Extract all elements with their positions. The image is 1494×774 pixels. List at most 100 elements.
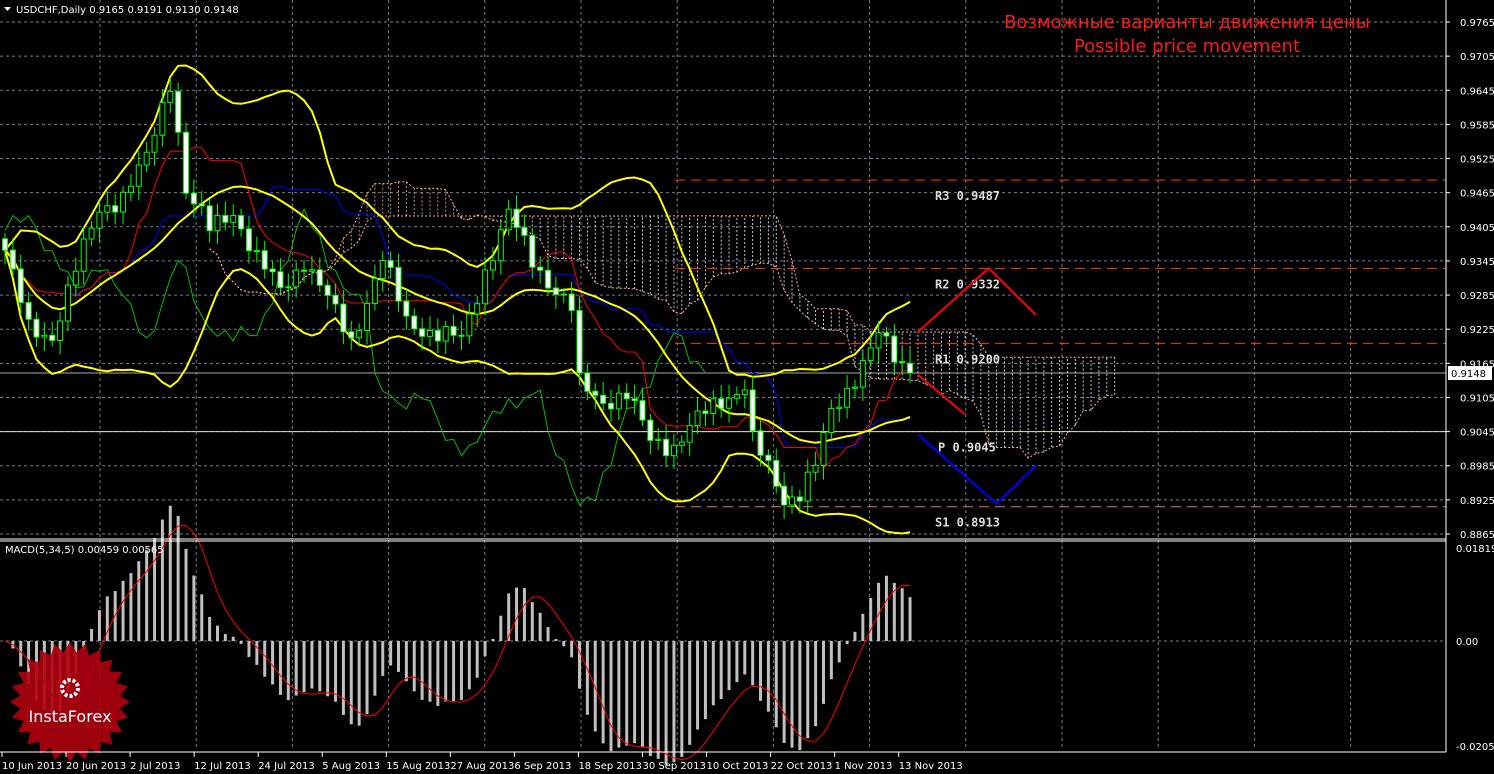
time-tick-label: 18 Sep 2013 [578, 761, 641, 772]
macd-histogram-bar [184, 548, 188, 641]
macd-histogram-bar [475, 641, 479, 678]
macd-histogram-bar [727, 641, 731, 691]
macd-histogram-bar [341, 641, 345, 716]
macd-histogram-bar [546, 627, 550, 641]
candle-bull [80, 238, 87, 272]
bollinger-lower [4, 249, 911, 535]
candle-bull [442, 325, 449, 342]
candle-bull [489, 260, 496, 271]
macd-histogram-bar [223, 634, 227, 641]
price-tick-label: 0.9765 [1460, 18, 1494, 29]
macd-histogram-bar [239, 641, 243, 644]
macd-histogram-bar [829, 641, 833, 680]
macd-histogram-bar [428, 641, 432, 702]
candle-bull [875, 332, 882, 349]
pivot-label-S1: S1 0.8913 [935, 516, 1000, 530]
macd-histogram-bar [192, 575, 196, 641]
candle-bull [899, 360, 906, 363]
candle-bull [41, 334, 48, 338]
macd-histogram-bar [160, 519, 164, 641]
candle-bull [867, 347, 874, 361]
time-tick-label: 12 Jul 2013 [194, 761, 251, 772]
candle-bear [568, 293, 575, 311]
time-tick-label: 15 Aug 2013 [386, 761, 450, 772]
candle-bear [387, 260, 394, 268]
macd-histogram-bar [90, 628, 94, 641]
current-price-label: 0.9148 [1451, 369, 1486, 380]
macd-histogram-bar [640, 641, 644, 748]
macd-histogram-bar [845, 641, 849, 644]
macd-signal-line [4, 525, 911, 761]
macd-histogram-bar [176, 515, 180, 641]
macd-histogram-bar [326, 641, 330, 697]
macd-histogram-bar [200, 594, 204, 641]
candle-bear [206, 205, 213, 232]
macd-histogram-bar [491, 638, 495, 641]
macd-histogram-bar [664, 641, 668, 765]
macd-histogram-bar [861, 613, 865, 641]
price-tick-label: 0.9465 [1460, 189, 1494, 200]
macd-histogram-bar [633, 641, 637, 744]
candle-bear [190, 192, 197, 205]
chikou-span [4, 207, 706, 506]
candle-bull [167, 90, 174, 103]
candle-bear [183, 131, 190, 194]
pivot-label-R2: R2 0.9332 [935, 277, 1000, 291]
candle-bear [403, 300, 410, 317]
candle-bull [804, 471, 811, 502]
macd-histogram-bar [625, 641, 629, 746]
scenario-lines [917, 266, 1037, 506]
candle-bear [765, 454, 772, 461]
candle-bull [120, 191, 127, 213]
macd-histogram-bar [121, 580, 125, 641]
candle-bear [552, 287, 559, 296]
candle-bull [851, 386, 858, 389]
candle-bear [757, 430, 764, 456]
candle-bull [293, 269, 300, 288]
macd-tick-label: -0.02053 [1456, 742, 1494, 753]
macd-histogram-bar [397, 641, 400, 672]
price-tick-label: 0.9345 [1460, 257, 1494, 268]
axes: 0.9765 0.9705 0.9645 0.9585 0.9525 0.9465 0.94… [0, 0, 1494, 772]
candle-bull [64, 284, 71, 322]
candle-bear [584, 372, 591, 392]
macd-histogram-bar [215, 625, 219, 641]
candle-bear [301, 269, 308, 272]
macd-histogram-bar [751, 641, 755, 686]
macd-histogram-bar [381, 641, 385, 676]
title-en: Possible price movement [1074, 36, 1300, 57]
macd-histogram-bar [735, 641, 739, 683]
candle-bear [607, 402, 614, 410]
candle-bear [891, 335, 898, 363]
candle-bear [647, 419, 654, 441]
candle-bull [308, 269, 315, 272]
candle-bear [269, 268, 276, 273]
time-tick-label: 5 Aug 2013 [322, 761, 380, 772]
time-tick-label: 13 Nov 2013 [899, 761, 963, 772]
candle-bear [198, 203, 205, 207]
candle-bear [340, 303, 347, 333]
time-tick-label: 27 Aug 2013 [450, 761, 514, 772]
time-tick-label: 20 Jun 2013 [66, 761, 126, 772]
macd-histogram-bar [452, 641, 456, 702]
macd-histogram-bar [562, 641, 566, 647]
macd-histogram-bar [522, 588, 526, 641]
macd-histogram-bar [719, 641, 723, 700]
price-tick-label: 0.9285 [1460, 291, 1494, 302]
macd-histogram-bar [806, 641, 810, 739]
candle-bear [639, 400, 646, 421]
dropdown-triangle-icon[interactable] [4, 7, 11, 11]
macd-histogram-bar [168, 505, 172, 641]
candle-bear [513, 208, 520, 228]
candle-bull [726, 397, 733, 409]
macd-histogram-bar [790, 641, 794, 748]
macd-histogram-bar [483, 641, 487, 657]
pivot-label-R1: R1 0.9200 [935, 352, 1000, 366]
macd-histogram-bar [585, 641, 589, 715]
candle-bear [277, 271, 284, 289]
macd-histogram-bar [404, 641, 408, 682]
macd-histogram-bar [837, 641, 841, 663]
macd-histogram-bar [570, 641, 574, 658]
macd-tick-label: 0.01819 [1456, 544, 1494, 555]
candle-bull [741, 389, 748, 396]
